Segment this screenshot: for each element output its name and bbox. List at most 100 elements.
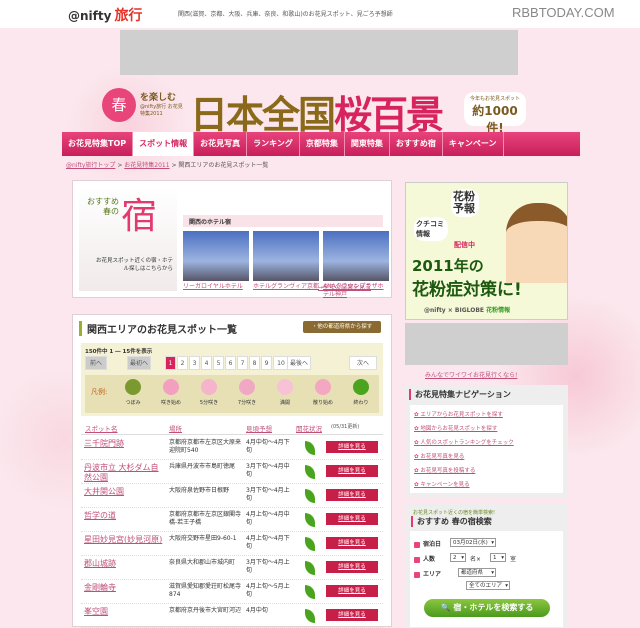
pollen-c: 配信中: [454, 241, 475, 249]
pollen-b: クチコミ情報: [414, 217, 448, 241]
page-3[interactable]: 3: [189, 356, 200, 370]
nav-campaign[interactable]: キャンペーン: [443, 132, 504, 156]
nav-spots[interactable]: スポット情報: [133, 132, 195, 156]
table-row: 丹波市立 大杉ダム自然公園 兵庫県丹波市市島町徳尾 3月下旬～4月中旬 詳細を見る: [81, 460, 383, 484]
ad-placeholder[interactable]: [120, 30, 518, 75]
banner-sub: @nifty旅行 お花見特集2011: [140, 104, 183, 117]
spot-name-link[interactable]: 大井関公園: [84, 487, 166, 497]
page-1[interactable]: 1: [165, 356, 176, 370]
detail-button[interactable]: 詳細を見る: [326, 465, 378, 477]
leaf-status-icon: [305, 609, 315, 623]
crumb-hanami[interactable]: お花見特集2011: [124, 162, 169, 169]
crumb-travel-top[interactable]: @nifty旅行トップ: [66, 162, 115, 169]
spot-name-link[interactable]: 三千院門跡: [84, 439, 166, 449]
table-row: 星田妙見宮(妙見河原) 大阪府交野市星田9-60-1 4月上旬～4月下旬 詳細を見る: [81, 532, 383, 556]
prev-button[interactable]: 前へ: [85, 356, 107, 370]
table-row: 金剛輪寺 滋賀県愛知郡愛荘町松尾寺874 4月上旬～5月上旬 詳細を見る: [81, 580, 383, 604]
detail-button[interactable]: 詳細を見る: [326, 585, 378, 597]
spot-name-link[interactable]: 郡山城跡: [84, 559, 166, 569]
spot-name-link[interactable]: 哲学の道: [84, 511, 166, 521]
hotel-photo[interactable]: [323, 231, 389, 281]
hotel-photo[interactable]: [253, 231, 319, 281]
nav-top[interactable]: お花見特集TOP: [62, 132, 134, 156]
bloom-stage-icon: [353, 379, 369, 395]
spot-time: 4月中旬～4月下旬: [246, 439, 290, 454]
detail-button[interactable]: 詳細を見る: [326, 609, 378, 621]
legend-label: 凡例:: [91, 388, 108, 396]
pollen-a: 花粉予報: [451, 189, 479, 217]
col-spot[interactable]: スポット名: [85, 423, 118, 433]
hotel-box: おすすめ春の宿お花見スポット近くの宿・ホテル探しはこちらから 関西のホテル宿 リ…: [72, 180, 392, 298]
spot-place: 京都府京都市左京区銀閣寺橋-若王子橋: [169, 511, 242, 526]
page-6[interactable]: 6: [225, 356, 236, 370]
first-button[interactable]: 最初へ: [127, 356, 151, 370]
leaf-status-icon: [305, 585, 315, 599]
legend-item: 終わり: [343, 379, 379, 406]
rooms-select[interactable]: 1: [490, 553, 506, 562]
spot-name-link[interactable]: 星田妙見宮(妙見河原): [84, 535, 166, 545]
nav-ranking[interactable]: ランキング: [247, 132, 300, 156]
bloom-stage-icon: [163, 379, 179, 395]
spot-name-link[interactable]: 金剛輪寺: [84, 583, 166, 593]
table-row: 大井関公園 大阪府泉佐野市日根野 3月下旬～4月上旬 詳細を見る: [81, 484, 383, 508]
navi-link[interactable]: 人気のスポットランキングをチェック: [414, 436, 559, 450]
page-9[interactable]: 9: [261, 356, 272, 370]
other-prefecture-button[interactable]: ・他の都道府県から探す: [303, 321, 381, 333]
all-results-link[interactable]: →全ての結果を見る: [318, 282, 371, 291]
spot-place: 奈良県大和郡山市城内町: [169, 559, 236, 566]
navi-link[interactable]: キャンペーンを見る: [414, 478, 559, 492]
search-hotel-button[interactable]: 🔍 宿・ホテルを検索する: [424, 599, 550, 617]
detail-button[interactable]: 詳細を見る: [326, 441, 378, 453]
detail-button[interactable]: 詳細を見る: [326, 489, 378, 501]
nav-kyoto[interactable]: 京都特集: [300, 132, 345, 156]
ad-placeholder-2[interactable]: [405, 323, 568, 365]
navi-link[interactable]: お花見写真を見る: [414, 450, 559, 464]
hotel-link[interactable]: ホテルグランヴィア京都: [253, 283, 319, 291]
col-place[interactable]: 場所: [169, 423, 182, 433]
main-nav: お花見特集TOP スポット情報 お花見写真 ランキング 京都特集 関東特集 おす…: [62, 132, 580, 156]
search-sub: お花見スポット近くの宿を簡単検索!: [413, 510, 496, 516]
detail-button[interactable]: 詳細を見る: [326, 513, 378, 525]
nav-hotels[interactable]: おすすめ宿: [390, 132, 443, 156]
prefecture-select[interactable]: 都道府県: [458, 568, 496, 577]
pollen-ad[interactable]: 花粉予報 クチコミ情報 配信中 2011年の 花粉症対策に! @nifty × …: [405, 182, 568, 320]
date-select[interactable]: 03月02日(水): [450, 538, 496, 547]
area-select[interactable]: 全てのエリア: [466, 581, 510, 590]
col-time[interactable]: 見頃予想: [246, 423, 272, 433]
leaf-status-icon: [305, 441, 315, 455]
hotel-card[interactable]: リーガロイヤルホテル: [183, 231, 249, 291]
col-status[interactable]: 開花状況: [296, 423, 322, 433]
spot-time: 4月上旬～5月上旬: [246, 583, 290, 598]
navi-link[interactable]: エリアからお花見スポットを探す: [414, 408, 559, 422]
spot-name-link[interactable]: 丹波市立 大杉ダム自然公園: [84, 463, 166, 483]
nifty-travel-logo[interactable]: @nifty 旅行: [68, 5, 142, 25]
navi-link[interactable]: お花見写真を投稿する: [414, 464, 559, 478]
detail-button[interactable]: 詳細を見る: [326, 537, 378, 549]
detail-button[interactable]: 詳細を見る: [326, 561, 378, 573]
next-button[interactable]: 次へ: [349, 356, 377, 370]
last-button[interactable]: 最後へ: [287, 356, 311, 370]
leaf-status-icon: [305, 561, 315, 575]
page-4[interactable]: 4: [201, 356, 212, 370]
tagline: 関西(滋賀、京都、大阪、兵庫、奈良、和歌山)のお花見スポット、見ごろ予想師: [178, 11, 393, 18]
people-select[interactable]: 2: [450, 553, 466, 562]
nav-photos[interactable]: お花見写真: [194, 132, 248, 156]
navi-link[interactable]: 地図からお花見スポットを探す: [414, 422, 559, 436]
page-8[interactable]: 8: [249, 356, 260, 370]
hanami-navigation: お花見特集ナビゲーションエリアからお花見スポットを探す地図からお花見スポットを探…: [405, 385, 568, 497]
nav-kanto[interactable]: 関東特集: [345, 132, 390, 156]
waiwai-link[interactable]: みんなでワイワイお花見行くなら!: [425, 370, 517, 379]
rec-label: おすすめ春の: [87, 197, 119, 216]
recommended-inn-promo[interactable]: おすすめ春の宿お花見スポット近くの宿・ホテル探しはこちらから: [79, 187, 177, 291]
updated-note: (05/31更新): [331, 424, 360, 430]
rec-kanji: 宿: [121, 196, 158, 237]
page-5[interactable]: 5: [213, 356, 224, 370]
spot-name-link[interactable]: 峯空園: [84, 607, 166, 617]
page-2[interactable]: 2: [177, 356, 188, 370]
hotel-link[interactable]: リーガロイヤルホテル: [183, 283, 249, 291]
hotel-card[interactable]: ホテルグランヴィア京都: [253, 231, 319, 291]
hotel-photo[interactable]: [183, 231, 249, 281]
leaf-status-icon: [305, 465, 315, 479]
table-row: 哲学の道 京都府京都市左京区銀閣寺橋-若王子橋 4月上旬～4月中旬 詳細を見る: [81, 508, 383, 532]
page-7[interactable]: 7: [237, 356, 248, 370]
